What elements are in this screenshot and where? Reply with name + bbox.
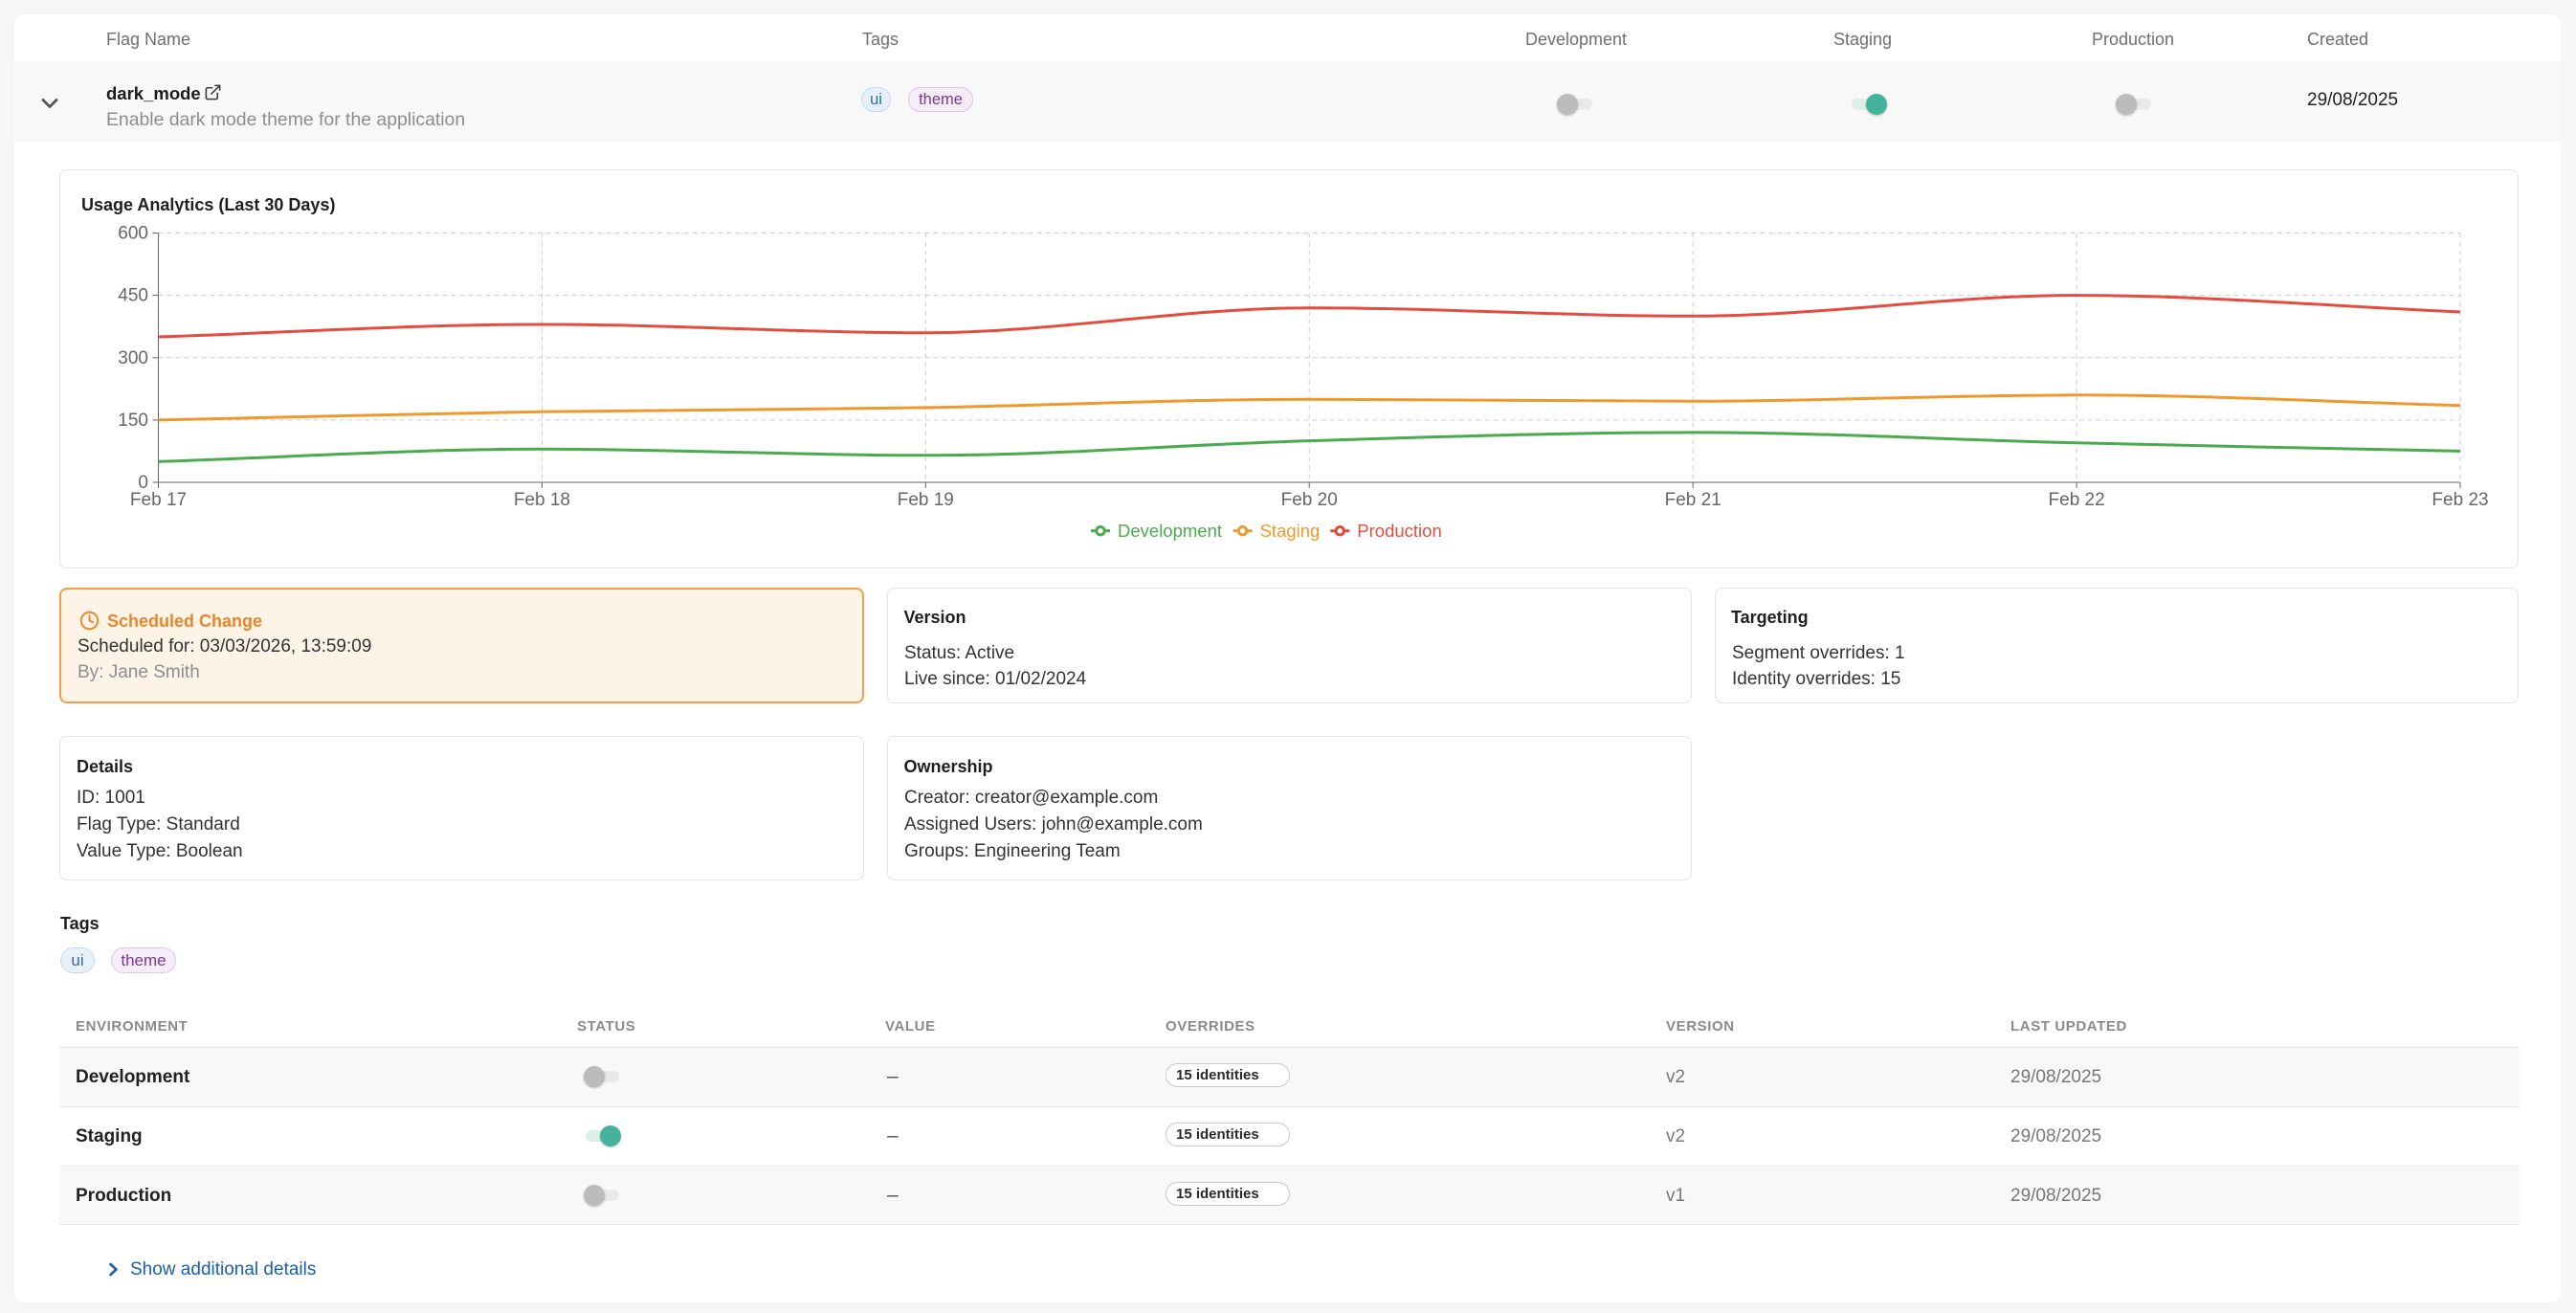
svg-text:150: 150 <box>118 411 148 431</box>
svg-text:Feb 19: Feb 19 <box>898 490 954 510</box>
svg-text:300: 300 <box>118 348 148 368</box>
svg-text:Staging: Staging <box>1260 521 1321 541</box>
svg-text:Feb 17: Feb 17 <box>130 490 187 510</box>
svg-text:600: 600 <box>118 224 148 244</box>
svg-text:Feb 20: Feb 20 <box>1281 490 1338 510</box>
svg-text:Feb 21: Feb 21 <box>1665 490 1721 510</box>
svg-text:Feb 18: Feb 18 <box>514 490 570 510</box>
svg-text:Development: Development <box>1118 521 1222 541</box>
svg-text:Feb 23: Feb 23 <box>2432 490 2488 510</box>
svg-text:450: 450 <box>118 286 148 306</box>
svg-text:Feb 22: Feb 22 <box>2049 490 2105 510</box>
svg-text:Production: Production <box>1357 521 1441 541</box>
